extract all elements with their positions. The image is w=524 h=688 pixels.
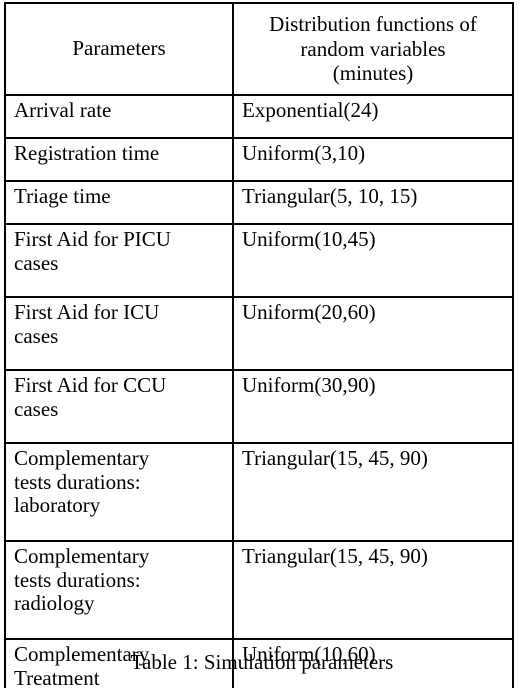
cell-distribution: Triangular(5, 10, 15) [232,180,514,225]
table-row: First Aid for ICU cases Uniform(20,60) [4,296,514,371]
cell-parameter-text: Arrival rate [14,98,112,122]
cell-parameter-text: Registration time [14,141,160,165]
table-row: Complementary tests durations: laborator… [4,442,514,542]
cell-distribution-text: Exponential(24) [242,98,379,122]
cell-distribution: Triangular(15, 45, 90) [232,442,514,542]
simulation-parameters-table: Parameters Distribution functions of ran… [4,2,514,688]
cell-distribution-text: Triangular(15, 45, 90) [242,544,428,568]
cell-distribution-text: Uniform(3,10) [242,141,366,165]
cell-distribution: Uniform(10,45) [232,223,514,298]
cell-parameter: Triage time [4,180,234,225]
cell-parameter-text: First Aid for CCU cases [14,373,167,421]
table-row: Triage time Triangular(5, 10, 15) [4,180,514,225]
cell-distribution: Uniform(3,10) [232,137,514,182]
cell-parameter: Complementary tests durations: radiology [4,540,234,640]
cell-parameter-text: First Aid for ICU cases [14,300,160,348]
column-header-distribution-text: Distribution functions of random variabl… [269,11,477,86]
table-row: Arrival rate Exponential(24) [4,94,514,139]
table-figure-page: Parameters Distribution functions of ran… [0,0,524,688]
cell-distribution: Triangular(15, 45, 90) [232,540,514,640]
table-header-row: Parameters Distribution functions of ran… [4,2,514,96]
cell-distribution-text: Uniform(20,60) [242,300,376,324]
cell-distribution-text: Triangular(15, 45, 90) [242,446,428,470]
cell-distribution: Uniform(30,90) [232,369,514,444]
cell-parameter-text: First Aid for PICU cases [14,227,171,275]
table-row: Complementary tests durations: radiology… [4,540,514,640]
table-row: First Aid for CCU cases Uniform(30,90) [4,369,514,444]
table-row: Registration time Uniform(3,10) [4,137,514,182]
cell-parameter-text: Complementary tests durations: radiology [14,544,150,616]
cell-distribution-text: Uniform(10,45) [242,227,376,251]
cell-parameter: First Aid for CCU cases [4,369,234,444]
column-header-distribution: Distribution functions of random variabl… [232,2,514,96]
table-row: First Aid for PICU cases Uniform(10,45) [4,223,514,298]
cell-distribution-text: Uniform(30,90) [242,373,376,397]
cell-parameter: First Aid for PICU cases [4,223,234,298]
cell-distribution: Uniform(20,60) [232,296,514,371]
simulation-parameters-table-container: Parameters Distribution functions of ran… [4,2,514,688]
cell-distribution-text: Triangular(5, 10, 15) [242,184,418,208]
column-header-parameters-text: Parameters [72,36,166,61]
cell-parameter: Arrival rate [4,94,234,139]
cell-distribution: Exponential(24) [232,94,514,139]
cell-parameter: First Aid for ICU cases [4,296,234,371]
cell-parameter: Complementary tests durations: laborator… [4,442,234,542]
table-caption: Table 1: Simulation parameters [130,650,394,674]
cell-parameter-text: Triage time [14,184,111,208]
column-header-parameters: Parameters [4,2,234,96]
cell-parameter-text: Complementary tests durations: laborator… [14,446,150,518]
cell-parameter: Registration time [4,137,234,182]
table-body: Parameters Distribution functions of ran… [4,2,514,688]
